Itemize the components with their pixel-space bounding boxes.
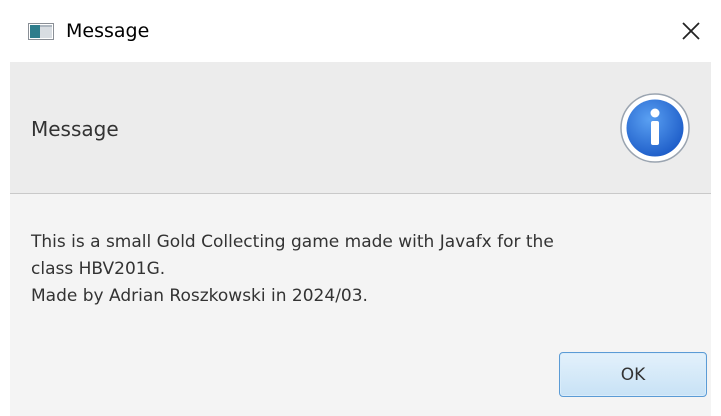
message-line: This is a small Gold Collecting game mad… — [31, 232, 554, 252]
message-line: Made by Adrian Roszkowski in 2024/03. — [31, 286, 368, 306]
message-dialog-window: Message Message This is a small Gold Col… — [0, 0, 721, 416]
close-icon[interactable] — [676, 16, 706, 46]
window-title: Message — [66, 20, 150, 42]
header-text: Message — [31, 117, 119, 141]
dialog-pane: Message This is a small Gold Collecting … — [10, 62, 711, 416]
message-line: class HBV201G. — [31, 259, 166, 279]
information-icon — [620, 93, 690, 163]
message-content: This is a small Gold Collecting game mad… — [31, 229, 691, 310]
ok-button[interactable]: OK — [559, 352, 707, 397]
dialog-header: Message — [10, 62, 711, 194]
title-bar: Message — [0, 0, 721, 62]
app-window-icon — [28, 23, 54, 40]
